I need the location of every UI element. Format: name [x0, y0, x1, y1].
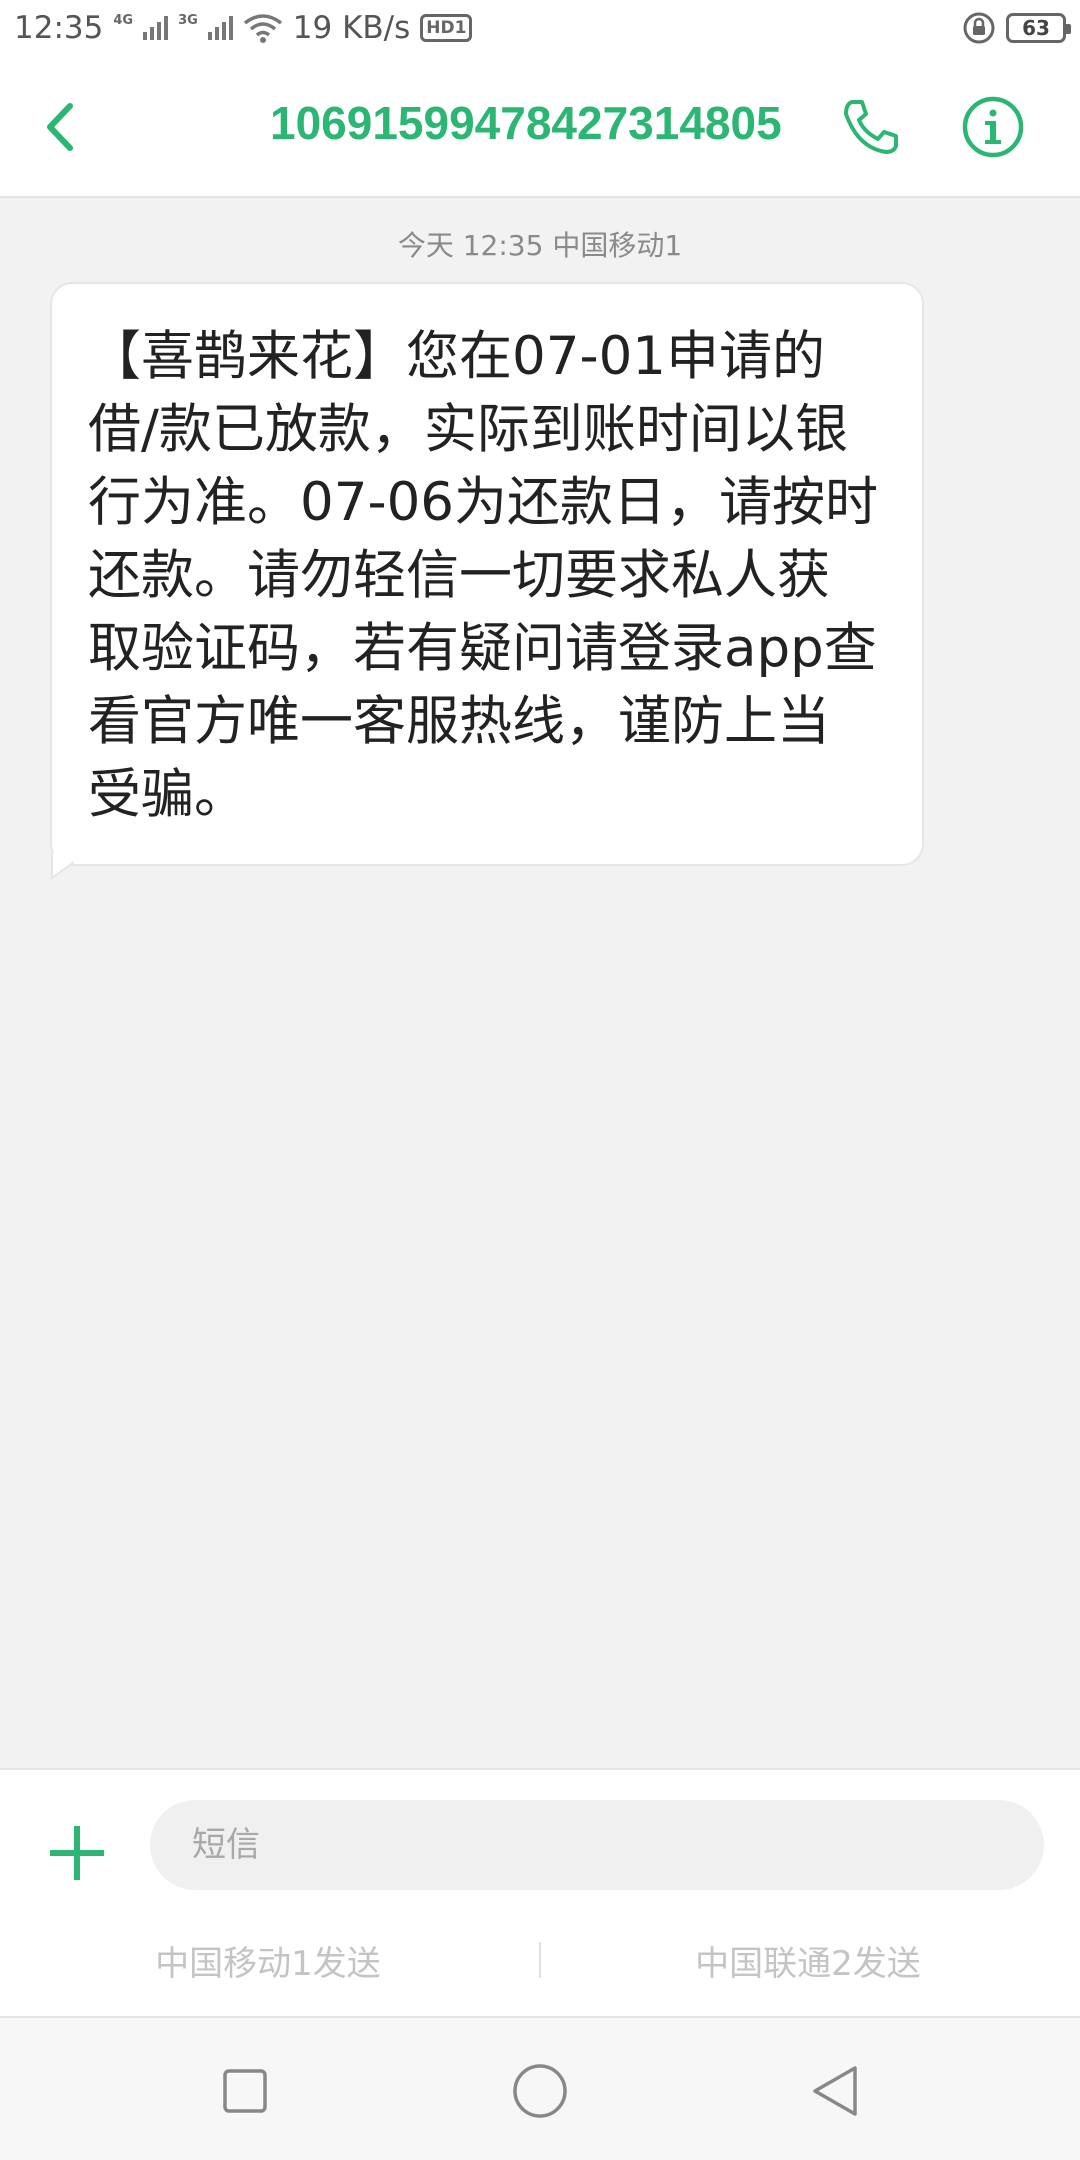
wifi-icon — [243, 14, 282, 43]
square-icon[interactable] — [210, 2056, 280, 2126]
triangle-back-icon[interactable] — [800, 2056, 870, 2126]
plus-icon[interactable] — [46, 1822, 108, 1884]
battery-indicator: 63 — [1006, 13, 1071, 43]
contact-title: 10691599478427314805 — [270, 97, 782, 149]
hd-voice-badge: HD1 — [420, 14, 473, 42]
status-bar: 12:35 4G 3G 19 KB/s HD1 63 — [0, 0, 1080, 56]
chevron-left-icon[interactable] — [36, 92, 88, 162]
network-speed: 19 KB/s — [292, 10, 411, 46]
message-bubble[interactable]: 【喜鹊来花】您在07-01申请的借/款已放款，实际到账时间以银行为准。07-06… — [50, 282, 924, 866]
circle-icon[interactable] — [505, 2056, 575, 2126]
send-options: 中国移动1发送 中国联通2发送 — [0, 1920, 1080, 2000]
rotation-lock-icon — [963, 12, 995, 44]
sms-input[interactable] — [150, 1800, 1044, 1890]
phone-icon[interactable] — [838, 94, 904, 160]
send-sim2-button[interactable]: 中国联通2发送 — [608, 1920, 1008, 2000]
network-type-1: 4G — [113, 12, 134, 28]
status-right: 63 — [962, 11, 1071, 45]
signal-icon-1 — [143, 16, 169, 40]
compose-bar: 中国移动1发送 中国联通2发送 — [0, 1768, 1080, 2016]
send-sim1-button[interactable]: 中国移动1发送 — [68, 1920, 468, 2000]
network-type-2: 3G — [178, 12, 198, 28]
message-text: 【喜鹊来花】您在07-01申请的借/款已放款，实际到账时间以银行为准。07-06… — [88, 326, 879, 825]
signal-icon-2 — [207, 16, 233, 40]
bubble-tail — [51, 852, 75, 880]
status-time: 12:35 — [14, 10, 104, 46]
conversation-header: 10691599478427314805 — [0, 56, 1080, 198]
message-timestamp: 今天 12:35 中国移动1 — [397, 229, 683, 262]
send-divider — [539, 1942, 541, 1978]
status-left: 12:35 4G 3G 19 KB/s HD1 — [14, 10, 473, 46]
navigation-bar — [0, 2016, 1080, 2160]
info-icon[interactable] — [960, 94, 1026, 160]
